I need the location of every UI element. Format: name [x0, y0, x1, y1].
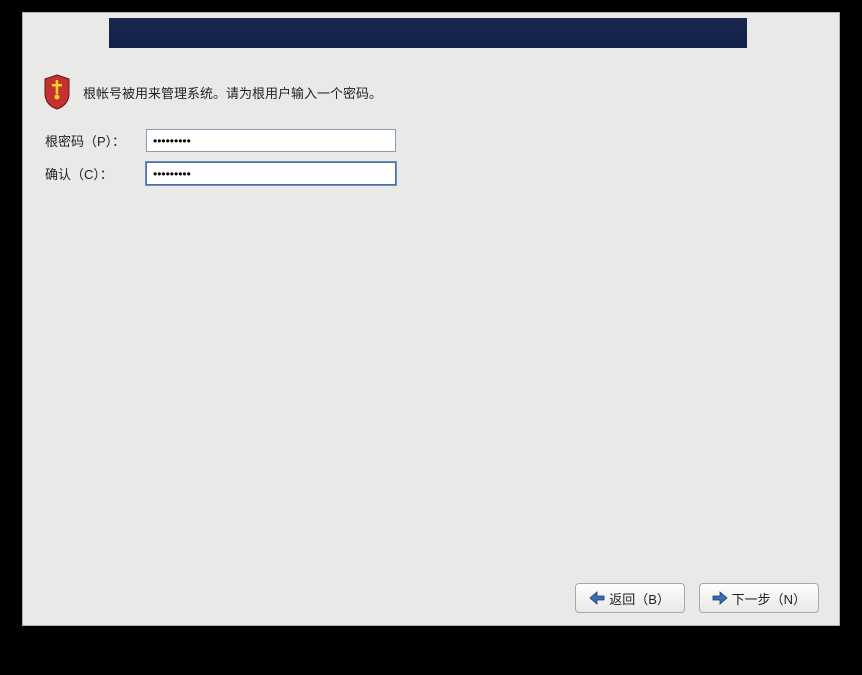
arrow-left-icon: [589, 591, 605, 605]
content-area: 根帐号被用来管理系统。请为根用户输入一个密码。 根密码（P）： 确认（C）：: [23, 61, 839, 565]
footer-buttons: 返回（B） 下一步（N）: [23, 571, 839, 625]
next-button-label: 下一步（N）: [732, 589, 806, 608]
top-banner: [109, 18, 747, 48]
intro-row: 根帐号被用来管理系统。请为根用户输入一个密码。: [41, 73, 821, 111]
arrow-right-icon: [712, 591, 728, 605]
next-button[interactable]: 下一步（N）: [699, 583, 819, 613]
root-password-input[interactable]: [146, 129, 396, 152]
confirm-row: 确认（C）：: [41, 162, 821, 185]
back-button-label: 返回（B）: [609, 589, 670, 608]
password-label: 根密码（P）：: [41, 131, 146, 150]
intro-text: 根帐号被用来管理系统。请为根用户输入一个密码。: [83, 83, 382, 102]
confirm-password-input[interactable]: [146, 162, 396, 185]
confirm-label: 确认（C）：: [41, 164, 146, 183]
installer-window: 根帐号被用来管理系统。请为根用户输入一个密码。 根密码（P）： 确认（C）： 返…: [22, 12, 840, 626]
password-row: 根密码（P）：: [41, 129, 821, 152]
shield-icon: [41, 73, 73, 111]
back-button[interactable]: 返回（B）: [575, 583, 685, 613]
